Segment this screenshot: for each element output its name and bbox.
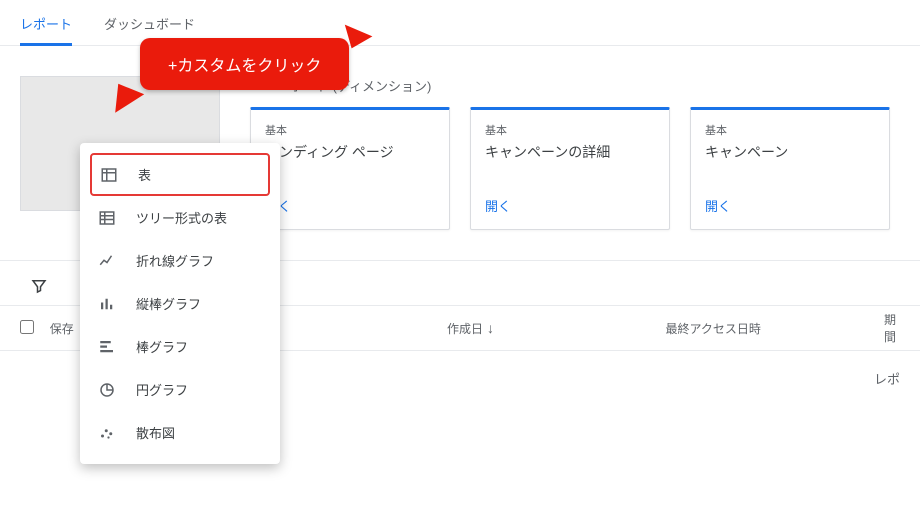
report-card[interactable]: 基本 キャンペーン 開く (690, 107, 890, 230)
card-title: キャンペーン (705, 142, 875, 162)
card-open-link[interactable]: 開く (705, 196, 875, 215)
menu-item-table[interactable]: 表 (90, 153, 270, 196)
menu-item-scatter-chart[interactable]: 散布図 (80, 411, 280, 454)
menu-label: ツリー形式の表 (136, 208, 227, 227)
th-created[interactable]: 作成日 ↓ (447, 320, 665, 337)
menu-item-column-chart[interactable]: 縦棒グラフ (80, 282, 280, 325)
select-all-checkbox[interactable] (20, 320, 34, 334)
annotation-bubble: +カスタムをクリック (140, 38, 349, 90)
card-title: キャンペーンの詳細 (485, 142, 655, 162)
menu-label: 円グラフ (136, 380, 188, 399)
menu-label: 縦棒グラフ (136, 294, 201, 313)
card-category: 基本 (265, 122, 435, 138)
th-lastaccess[interactable]: 最終アクセス日時 (666, 320, 884, 337)
th-period[interactable]: 期間 (884, 311, 900, 345)
line-chart-icon (98, 252, 116, 270)
report-card[interactable]: 基本 キャンペーンの詳細 開く (470, 107, 670, 230)
tab-reports[interactable]: レポート (20, 8, 72, 46)
scatter-chart-icon (98, 424, 116, 442)
table-icon (100, 166, 118, 184)
th-created-label: 作成日 (447, 320, 483, 337)
menu-label: 散布図 (136, 423, 175, 442)
menu-item-pie-chart[interactable]: 円グラフ (80, 368, 280, 411)
report-card[interactable]: 基本 ランディング ページ 開く (250, 107, 450, 230)
menu-label: 折れ線グラフ (136, 251, 214, 270)
filter-icon[interactable] (30, 282, 48, 299)
sort-desc-icon: ↓ (487, 321, 494, 335)
card-category: 基本 (705, 122, 875, 138)
tree-table-icon (98, 209, 116, 227)
menu-item-tree-table[interactable]: ツリー形式の表 (80, 196, 280, 239)
menu-label: 表 (138, 165, 151, 184)
chart-type-menu: 表 ツリー形式の表 折れ線グラフ 縦棒グラフ 棒グラフ 円グラフ 散布図 (80, 143, 280, 464)
pie-chart-icon (98, 381, 116, 399)
card-open-link[interactable]: 開く (265, 196, 435, 215)
card-open-link[interactable]: 開く (485, 196, 655, 215)
column-chart-icon (98, 295, 116, 313)
card-category: 基本 (485, 122, 655, 138)
menu-label: 棒グラフ (136, 337, 188, 356)
bar-chart-icon (98, 338, 116, 356)
card-title: ランディング ページ (265, 142, 435, 162)
menu-item-line-chart[interactable]: 折れ線グラフ (80, 239, 280, 282)
menu-item-bar-chart[interactable]: 棒グラフ (80, 325, 280, 368)
